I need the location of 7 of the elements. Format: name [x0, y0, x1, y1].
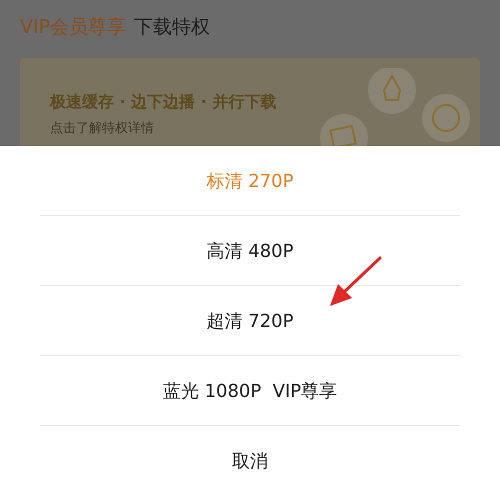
cancel-button[interactable]: 取消 [40, 426, 460, 495]
banner-subtitle: 点击了解特权详情 [50, 120, 155, 137]
vip-label: VIP会员尊享 [20, 15, 126, 40]
quality-option[interactable]: 高清 480P [40, 216, 460, 286]
banner-headline: 极速缓存 · 边下边播 · 并行下载 [50, 92, 276, 113]
section-title: 下载特权 [134, 15, 210, 40]
quality-option[interactable]: 蓝光 1080P VIP尊享 [40, 356, 460, 426]
